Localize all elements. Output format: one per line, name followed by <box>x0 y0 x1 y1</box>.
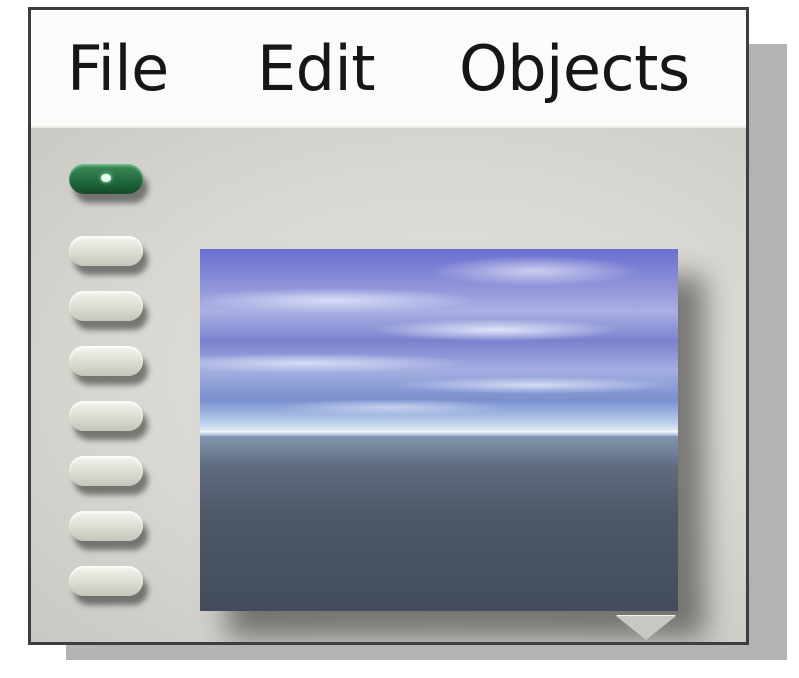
preset-button-6[interactable] <box>69 456 143 486</box>
triangle-down-icon[interactable] <box>616 616 676 640</box>
menu-file[interactable]: File <box>67 32 169 106</box>
main-panel <box>31 128 746 642</box>
menu-edit[interactable]: Edit <box>257 32 376 106</box>
menu-objects[interactable]: Objects <box>459 32 690 106</box>
sky-area <box>200 249 678 433</box>
preset-button-8[interactable] <box>69 566 143 596</box>
app-window: File Edit Objects <box>28 7 749 645</box>
active-indicator-light <box>101 174 111 182</box>
preset-button-1-active[interactable] <box>69 164 143 194</box>
preset-button-4[interactable] <box>69 346 143 376</box>
ground-area <box>200 436 678 611</box>
screenshot-stage: File Edit Objects <box>0 0 799 678</box>
preset-button-3[interactable] <box>69 291 143 321</box>
environment-preview[interactable] <box>200 249 678 611</box>
preset-button-2[interactable] <box>69 236 143 266</box>
menu-bar: File Edit Objects <box>31 10 746 128</box>
preset-button-5[interactable] <box>69 401 143 431</box>
preset-button-7[interactable] <box>69 511 143 541</box>
